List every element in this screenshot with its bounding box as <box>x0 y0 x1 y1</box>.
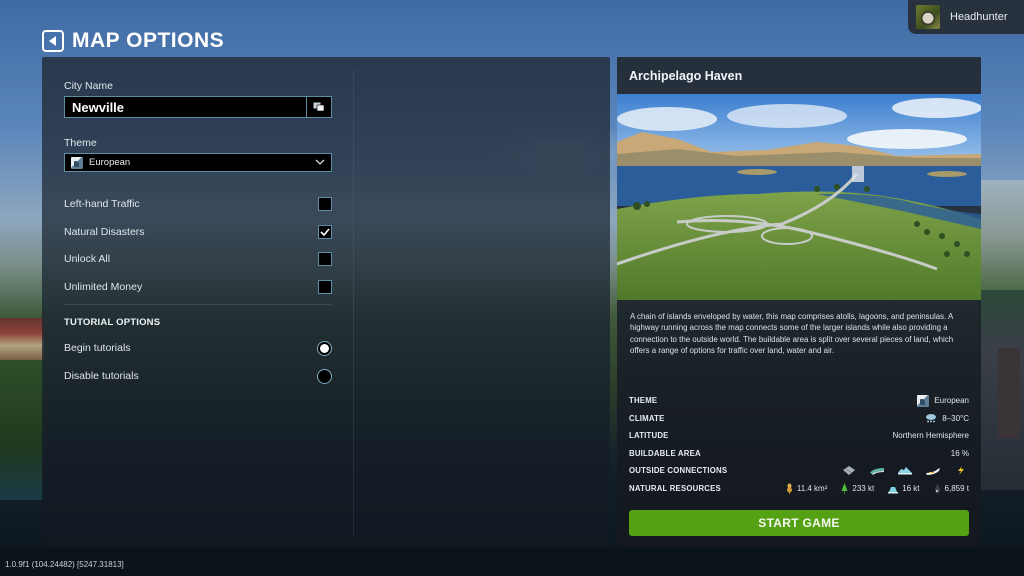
option-label: Left-hand Traffic <box>64 198 140 210</box>
background-mountain <box>980 180 1024 290</box>
fertile-land-icon <box>786 483 792 494</box>
unlock-all-checkbox[interactable] <box>318 252 332 266</box>
avatar <box>916 5 940 29</box>
map-title-bar: Archipelago Haven <box>617 57 981 94</box>
natural-disasters-checkbox[interactable] <box>318 225 332 239</box>
chevron-down-icon <box>315 159 325 165</box>
stat-label: THEME <box>629 396 658 406</box>
stat-outside-connections: OUTSIDE CONNECTIONS <box>629 462 969 480</box>
back-button[interactable] <box>42 30 64 52</box>
theme-label: Theme <box>64 137 97 149</box>
unlimited-money-checkbox[interactable] <box>318 280 332 294</box>
theme-value: European <box>934 396 969 406</box>
background-bottom <box>0 548 1024 576</box>
background-trees <box>0 360 44 500</box>
stat-label: BUILDABLE AREA <box>629 448 701 458</box>
resource-value: 11.4 km² <box>796 483 828 493</box>
map-description: A chain of islands enveloped by water, t… <box>630 312 954 356</box>
resource-fertile-land: 11.4 km² <box>786 483 828 494</box>
stat-label: LATITUDE <box>629 431 669 441</box>
option-unlock-all: Unlock All <box>64 250 332 268</box>
ore-icon <box>888 486 899 494</box>
radio-selected-dot <box>320 343 329 353</box>
option-unlimited-money: Unlimited Money <box>64 278 332 296</box>
panel-divider <box>353 70 354 536</box>
airplane-connection-icon <box>926 468 940 476</box>
snow-cloud-icon <box>926 414 937 423</box>
city-name-field <box>64 96 332 118</box>
random-name-icon <box>313 102 325 112</box>
city-name-input[interactable] <box>64 96 306 118</box>
back-arrow-icon <box>49 36 56 46</box>
option-label: Disable tutorials <box>64 370 139 382</box>
map-options-panel <box>42 57 610 548</box>
section-divider <box>64 304 332 305</box>
forest-icon <box>841 482 848 494</box>
left-hand-traffic-checkbox[interactable] <box>318 197 332 211</box>
stat-buildable-area: BUILDABLE AREA 16 % <box>629 445 969 463</box>
map-title: Archipelago Haven <box>629 68 743 83</box>
stat-label: OUTSIDE CONNECTIONS <box>629 466 728 476</box>
stat-value: European <box>917 394 969 407</box>
buildable-area-value: 16 % <box>950 448 969 458</box>
page-title: MAP OPTIONS <box>72 29 225 52</box>
page-header: MAP OPTIONS <box>42 28 224 54</box>
resource-value: 233 kt <box>852 483 875 493</box>
stat-value: 8–30°C <box>925 413 969 423</box>
disable-tutorials-radio[interactable] <box>317 368 332 384</box>
tutorial-disable: Disable tutorials <box>64 367 332 385</box>
checkmark-icon <box>320 228 330 236</box>
stat-climate: CLIMATE 8–30°C <box>629 410 969 428</box>
theme-selected-value: European <box>89 157 131 168</box>
background-building <box>998 348 1020 438</box>
european-theme-icon <box>917 394 930 407</box>
resource-oil: 6,859 t <box>934 483 969 494</box>
option-natural-disasters: Natural Disasters <box>64 223 332 241</box>
latitude-value: Northern Hemisphere <box>892 431 969 441</box>
option-label: Unlock All <box>64 253 111 265</box>
resource-ore: 16 kt <box>888 483 920 494</box>
climate-value: 8–30°C <box>942 413 969 423</box>
tutorial-options-heading: TUTORIAL OPTIONS <box>64 317 161 328</box>
stat-latitude: LATITUDE Northern Hemisphere <box>629 427 969 445</box>
option-label: Unlimited Money <box>64 281 143 293</box>
stat-label: NATURAL RESOURCES <box>629 483 721 493</box>
resource-value: 16 kt <box>902 483 920 493</box>
ship-connection-icon <box>898 467 912 475</box>
european-theme-icon <box>71 156 83 169</box>
electricity-connection-icon <box>958 466 964 476</box>
map-preview-image <box>617 94 981 300</box>
train-connection-icon <box>870 468 884 476</box>
theme-dropdown[interactable]: European <box>64 153 332 172</box>
user-name: Headhunter <box>950 11 1008 23</box>
tutorial-begin: Begin tutorials <box>64 339 332 357</box>
resource-forest: 233 kt <box>841 482 875 494</box>
start-game-button[interactable]: START GAME <box>629 510 969 536</box>
stat-theme: THEME European <box>629 392 969 410</box>
road-connection-icon <box>843 466 855 476</box>
stat-natural-resources: NATURAL RESOURCES 11.4 km² 233 kt 16 kt … <box>629 480 969 498</box>
resource-value: 6,859 t <box>944 483 969 493</box>
random-name-button[interactable] <box>306 96 332 118</box>
map-stats: THEME European CLIMATE 8–30°C LATITUDE N… <box>629 392 969 497</box>
option-label: Begin tutorials <box>64 342 131 354</box>
option-label: Natural Disasters <box>64 226 145 238</box>
version-label: 1.0.9f1 (104.24482) [5247.31813] <box>5 560 124 569</box>
city-name-label: City Name <box>64 80 114 92</box>
begin-tutorials-radio[interactable] <box>317 340 332 356</box>
connection-icons <box>841 466 969 476</box>
user-profile[interactable]: Headhunter <box>908 0 1024 34</box>
option-left-hand-traffic: Left-hand Traffic <box>64 195 332 213</box>
stat-label: CLIMATE <box>629 413 665 423</box>
resource-list: 11.4 km² 233 kt 16 kt 6,859 t <box>786 482 969 494</box>
oil-icon <box>934 483 940 494</box>
